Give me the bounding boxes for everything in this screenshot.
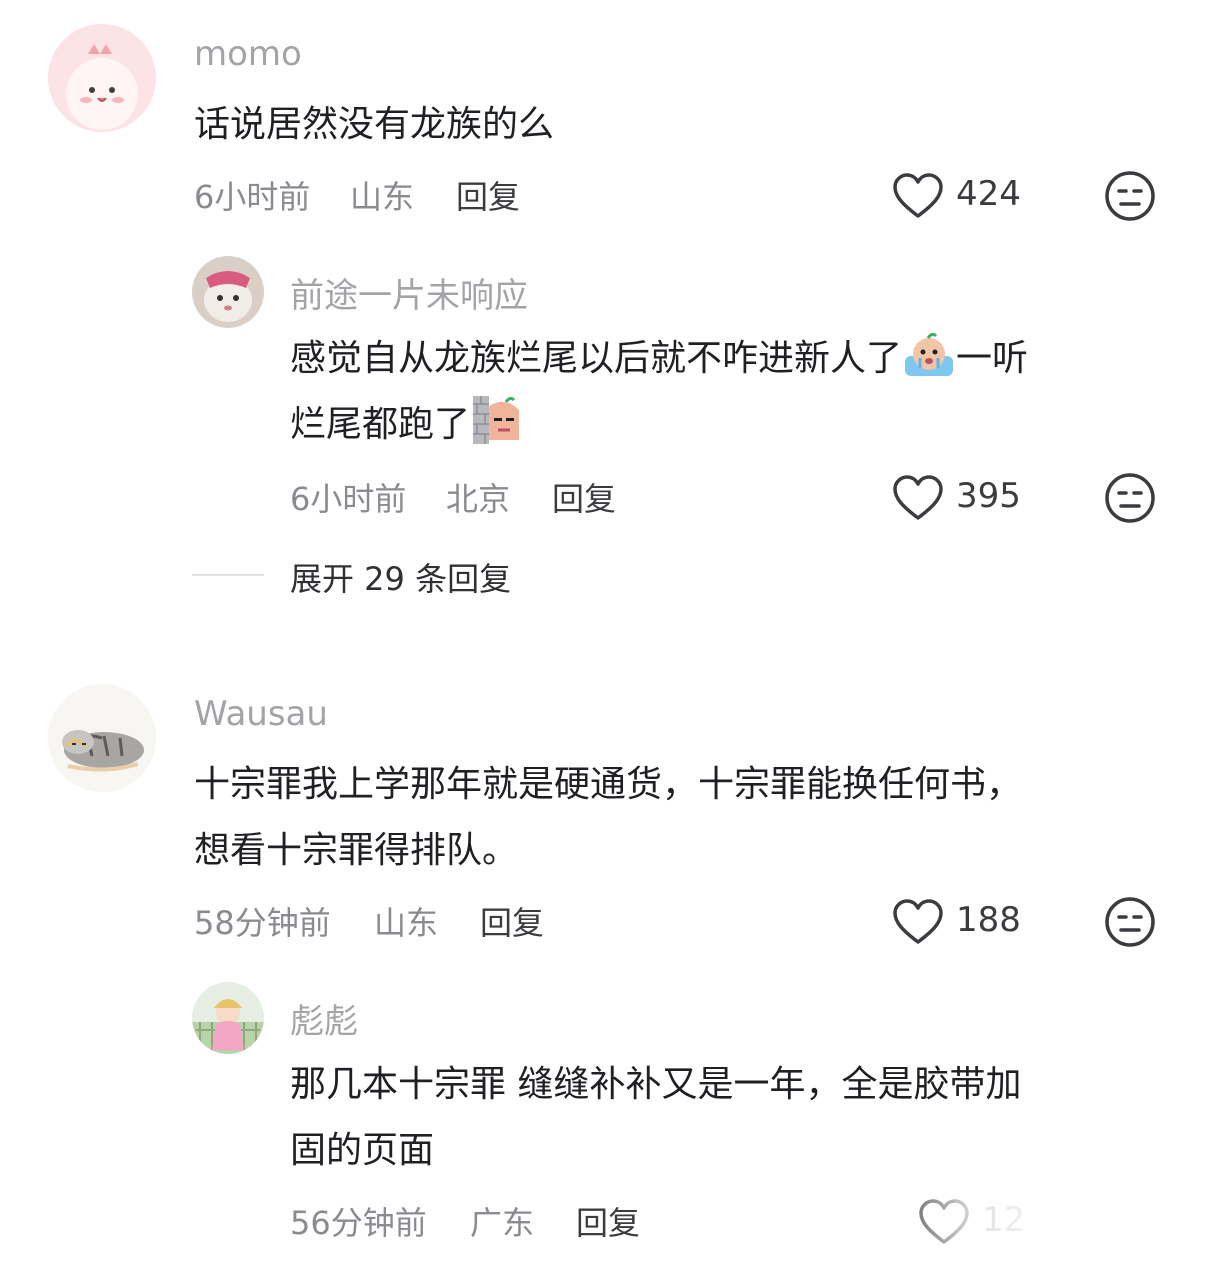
comment-location: 山东 [350, 178, 415, 216]
comment-location: 北京 [446, 480, 511, 518]
heart-outline-icon[interactable] [892, 474, 944, 522]
text-line: 十宗罪我上学那年就是硬通货，十宗罪能换任何书， [194, 764, 1023, 805]
text-line: 想看十宗罪得排队。 [194, 830, 519, 871]
username[interactable]: 彪彪 [290, 994, 358, 1043]
text-line: 那几本十宗罪 缝缝补补又是一年，全是胶带加 [290, 1064, 1022, 1105]
username[interactable]: Wausau [194, 694, 328, 734]
username[interactable]: momo [194, 34, 302, 74]
comment-time: 56分钟前 [290, 1204, 427, 1242]
meh-face-icon[interactable] [1104, 170, 1156, 222]
comment-text: 那几本十宗罪 缝缝补补又是一年，全是胶带加 固的页面 [290, 1052, 1021, 1184]
reply-button[interactable]: 回复 [456, 172, 520, 218]
bottom-fade-overlay [880, 1188, 1206, 1266]
text-line: 固的页面 [290, 1130, 435, 1171]
avatar[interactable] [48, 684, 156, 792]
expand-replies-button[interactable]: 展开 29 条回复 [290, 554, 511, 600]
reply-button[interactable]: 回复 [480, 898, 544, 944]
comment-location: 山东 [374, 904, 439, 942]
heart-outline-icon[interactable] [892, 172, 944, 220]
text-segment: 一听 [956, 338, 1029, 379]
comment-time: 6小时前 [194, 178, 311, 216]
avatar[interactable] [192, 256, 264, 328]
avatar[interactable] [48, 24, 156, 132]
comment-location: 广东 [470, 1204, 535, 1242]
like-count: 395 [956, 476, 1021, 516]
meh-face-icon[interactable] [1104, 472, 1156, 524]
crying-sticker-emoji [905, 332, 954, 376]
heart-outline-icon[interactable] [892, 898, 944, 946]
meh-face-icon[interactable] [1104, 896, 1156, 948]
comment-text: 感觉自从龙族烂尾以后就不咋进新人了 一听 烂尾都跑了 [290, 326, 1150, 458]
username[interactable]: 前途一片未响应 [290, 268, 528, 317]
peeking-sticker-emoji [473, 396, 520, 444]
text-segment: 感觉自从龙族烂尾以后就不咋进新人了 [290, 338, 903, 379]
like-count: 188 [956, 900, 1021, 940]
reply-button[interactable]: 回复 [576, 1198, 640, 1244]
avatar[interactable] [192, 982, 264, 1054]
text-segment: 烂尾都跑了 [290, 404, 471, 445]
divider [192, 574, 264, 576]
comment-time: 6小时前 [290, 480, 407, 518]
comment-time: 58分钟前 [194, 904, 331, 942]
comment-text: 话说居然没有龙族的么 [194, 104, 555, 145]
comment-text: 十宗罪我上学那年就是硬通货，十宗罪能换任何书， 想看十宗罪得排队。 [194, 752, 1022, 884]
reply-button[interactable]: 回复 [552, 474, 616, 520]
like-count: 424 [956, 174, 1021, 214]
